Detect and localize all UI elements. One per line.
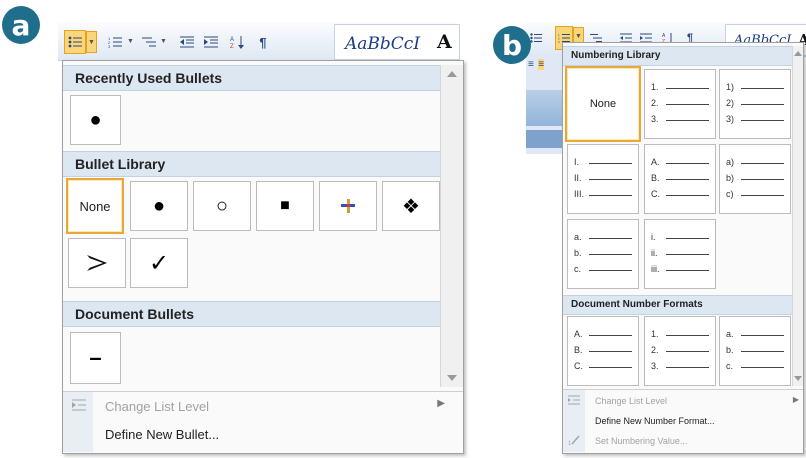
- align-left-icon: ≡: [528, 59, 534, 70]
- define-new-number-format-command[interactable]: Define New Number Format...: [563, 412, 803, 430]
- bullets-icon: [530, 33, 542, 43]
- bullet-checkmark[interactable]: ✓: [130, 238, 188, 288]
- bullets-menu: Recently Used Bullets ● Bullet Library N…: [62, 60, 464, 454]
- style-preview-text: AaBbCcI: [345, 34, 421, 54]
- decrease-indent-button[interactable]: [176, 30, 198, 54]
- change-list-level-command[interactable]: Change List Level ▶: [63, 394, 463, 420]
- menu-separator: [563, 389, 803, 390]
- document-edge: [526, 130, 566, 148]
- document-bullet-dash[interactable]: –: [70, 332, 121, 384]
- show-hide-marks-button[interactable]: ¶: [252, 30, 274, 54]
- change-list-level-icon: [72, 399, 86, 411]
- bullet-arrowhead[interactable]: [68, 238, 126, 288]
- arrowhead-icon: [87, 255, 107, 271]
- svg-text:3: 3: [108, 44, 111, 48]
- menu-separator: [63, 391, 463, 392]
- multilevel-list-button[interactable]: [138, 30, 160, 54]
- decrease-indent-icon: [180, 36, 194, 48]
- scroll-up-arrow[interactable]: [794, 51, 802, 56]
- set-numbering-value-command[interactable]: 1 Set Numbering Value...: [563, 432, 803, 450]
- numbering-menu: Numbering Library None 1. 2. 3. 1) 2) 3)…: [562, 42, 804, 454]
- numbering-format-letter-lower[interactable]: a. b. c.: [567, 219, 639, 289]
- numbering-none[interactable]: None: [565, 66, 641, 142]
- document-format-1-dot[interactable]: 1. 2. 3.: [644, 316, 716, 386]
- section-document-number-formats: Document Number Formats: [563, 295, 803, 315]
- paragraph-align-buttons[interactable]: ≡ ≡: [528, 54, 564, 70]
- submenu-arrow-icon: ▶: [437, 398, 445, 409]
- define-new-bullet-command[interactable]: Define New Bullet...: [63, 422, 463, 448]
- align-center-icon: ≡: [538, 59, 545, 70]
- svg-text:Z: Z: [230, 44, 234, 49]
- bullets-icon: [68, 36, 82, 48]
- quick-style-preview[interactable]: AaBbCcI A: [334, 24, 460, 60]
- svg-text:A: A: [230, 37, 234, 43]
- svg-text:1: 1: [568, 441, 572, 446]
- multilevel-list-icon: [142, 37, 156, 47]
- recent-bullet-filled-circle[interactable]: ●: [70, 95, 121, 145]
- numbering-format-letter-paren[interactable]: a) b) c): [719, 144, 791, 214]
- section-numbering-library: Numbering Library: [563, 46, 803, 66]
- bullets-dropdown-arrow[interactable]: ▼: [86, 31, 97, 53]
- document-format-letter-upper[interactable]: A. B. C.: [567, 316, 639, 386]
- set-numbering-value-icon: 1: [568, 435, 580, 446]
- bullet-filled-circle[interactable]: ●: [130, 181, 188, 231]
- sort-button[interactable]: AZ: [226, 30, 248, 54]
- bullet-color-cross[interactable]: [319, 181, 377, 231]
- numbering-format-1-dot[interactable]: 1. 2. 3.: [644, 69, 716, 139]
- document-format-letter-lower[interactable]: a. b. c.: [719, 316, 791, 386]
- bullet-hollow-circle[interactable]: ○: [193, 181, 251, 231]
- bullet-diamonds[interactable]: ❖: [382, 181, 440, 231]
- section-document-bullets: Document Bullets: [63, 301, 463, 327]
- change-list-level-icon: [568, 395, 580, 405]
- style-preview-next: A: [437, 31, 452, 53]
- scroll-down-arrow[interactable]: [794, 376, 802, 381]
- section-bullet-library: Bullet Library: [63, 151, 463, 177]
- bullet-none[interactable]: None: [66, 178, 124, 234]
- sort-az-icon: AZ: [230, 36, 244, 49]
- section-recently-used-bullets: Recently Used Bullets: [63, 65, 463, 91]
- bullets-button[interactable]: [64, 30, 86, 54]
- pilcrow-icon: ¶: [259, 34, 267, 50]
- numbering-menu-scrollbar[interactable]: [792, 46, 803, 386]
- numbering-format-roman-lower[interactable]: i. ii. iii.: [644, 219, 716, 289]
- numbering-format-letter-upper[interactable]: A. B. C.: [644, 144, 716, 214]
- bullet-filled-square[interactable]: ■: [256, 181, 314, 231]
- increase-indent-icon: [204, 36, 218, 48]
- scroll-down-arrow[interactable]: [447, 375, 457, 381]
- numbering-icon: 123: [108, 36, 122, 48]
- multilevel-dropdown-arrow[interactable]: ▼: [159, 31, 168, 51]
- numbering-format-roman-upper[interactable]: I. II. III.: [567, 144, 639, 214]
- panel-a-badge: a: [2, 6, 40, 44]
- submenu-arrow-icon: ▶: [792, 395, 799, 404]
- ruler-area: [526, 90, 566, 126]
- scroll-up-arrow[interactable]: [447, 71, 457, 77]
- increase-indent-button[interactable]: [200, 30, 222, 54]
- document-background-strip: ≡ ≡: [526, 54, 566, 154]
- color-cross-icon: [341, 199, 355, 213]
- panel-a-ribbon-toolbar: ▼ 123 ▼ ▼ AZ ¶ AaBbCcI A: [58, 22, 460, 61]
- svg-text:3: 3: [558, 40, 560, 43]
- bullets-menu-scrollbar[interactable]: [440, 65, 463, 387]
- numbering-dropdown-arrow[interactable]: ▼: [126, 31, 135, 51]
- panel-b-badge: b: [493, 26, 531, 64]
- change-list-level-command[interactable]: Change List Level ▶: [563, 392, 803, 410]
- numbering-format-1-paren[interactable]: 1) 2) 3): [719, 69, 791, 139]
- numbering-button[interactable]: 123: [104, 30, 126, 54]
